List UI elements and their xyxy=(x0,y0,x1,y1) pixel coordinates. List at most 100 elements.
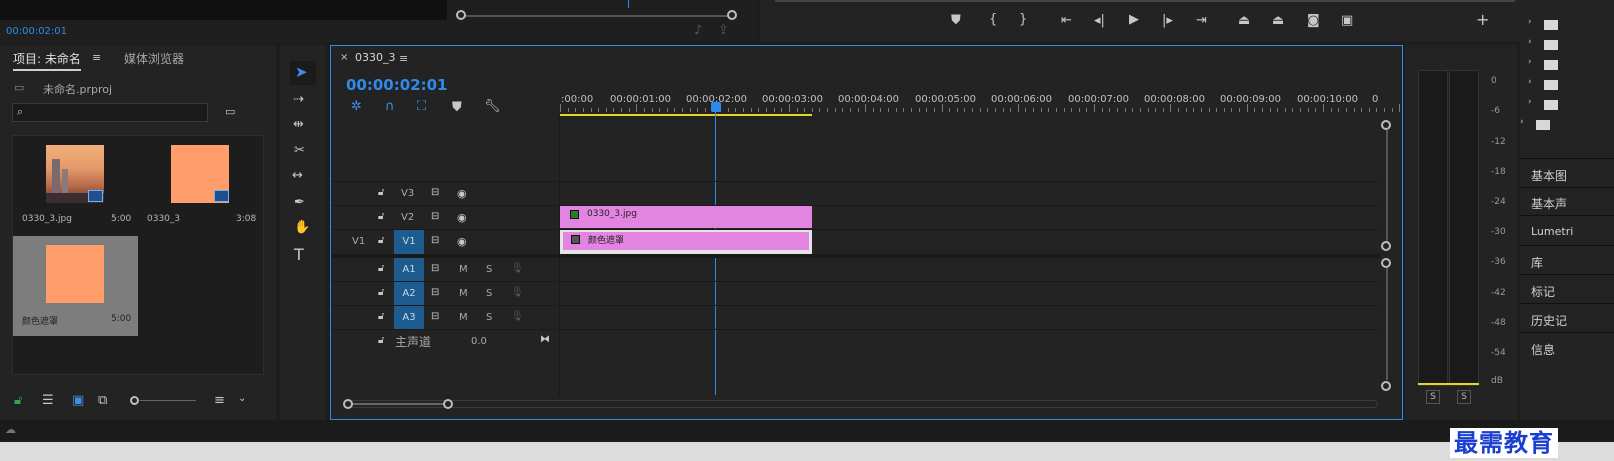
audio-scroll-bottom-handle[interactable] xyxy=(1381,381,1391,391)
sort-icon[interactable]: ≡ xyxy=(214,394,225,407)
play-icon[interactable]: ▶ xyxy=(1129,13,1139,26)
solo-left-button[interactable]: S xyxy=(1426,390,1440,404)
lock-track-icon[interactable]: 🔓︎ xyxy=(378,264,384,274)
panel-essential-graphics[interactable]: 基本图 xyxy=(1531,167,1567,184)
sync-lock-icon[interactable]: ⊟ xyxy=(431,212,439,222)
project-item-image[interactable]: 0330_3.jpg 5:00 xyxy=(13,136,138,236)
lift-icon[interactable]: ⏏ xyxy=(1238,14,1250,27)
source-patch-label[interactable]: V1 xyxy=(352,230,365,254)
sync-lock-icon[interactable]: ⊟ xyxy=(431,236,439,246)
zoom-slider-track[interactable] xyxy=(140,400,196,401)
track-v3[interactable]: 🔓︎ V3 ⊟ ◉ xyxy=(331,181,1380,205)
program-scrollbar[interactable] xyxy=(775,0,1515,2)
timeline-hscroll-thumb[interactable] xyxy=(348,403,448,405)
panel-markers[interactable]: 标记 xyxy=(1531,283,1555,300)
export-frame-camera-icon[interactable]: ◙ xyxy=(1307,14,1320,27)
lock-track-icon[interactable]: 🔓︎ xyxy=(378,288,384,298)
go-to-in-icon[interactable]: ⇤ xyxy=(1061,14,1072,27)
solo-button[interactable]: S xyxy=(486,258,492,282)
chevron-down-icon[interactable]: ⌄ xyxy=(238,394,246,404)
razor-tool-icon[interactable]: ✂ xyxy=(294,144,305,157)
linked-selection-icon[interactable]: ⛶ xyxy=(417,100,426,113)
lock-track-icon[interactable]: 🔓︎ xyxy=(378,336,384,346)
new-bin-icon[interactable]: ▭ xyxy=(225,106,235,117)
mute-button[interactable]: M xyxy=(459,258,468,282)
wrench-settings-icon[interactable]: 🔧︎ xyxy=(484,100,501,113)
step-forward-icon[interactable]: |▸ xyxy=(1162,14,1173,27)
lock-track-icon[interactable]: 🔓︎ xyxy=(378,188,384,198)
source-scroll-right-handle[interactable] xyxy=(727,10,737,20)
snap-magnet-icon[interactable]: ∩ xyxy=(385,100,395,113)
track-select-tool-icon[interactable]: ⇢ xyxy=(293,93,304,106)
clip-v1[interactable]: 颜色遮罩 xyxy=(563,232,809,250)
step-back-icon[interactable]: ◂| xyxy=(1094,14,1105,27)
mark-in-icon[interactable]: { xyxy=(989,13,997,26)
ripple-edit-tool-icon[interactable]: ⇹ xyxy=(293,118,304,131)
expand-arrow-icon[interactable]: › xyxy=(1528,98,1532,107)
mute-button[interactable]: M xyxy=(459,282,468,306)
project-item-sequence[interactable]: 0330_3 3:08 xyxy=(138,136,263,236)
work-area-bar[interactable] xyxy=(560,114,812,116)
type-tool-icon[interactable]: T xyxy=(294,247,304,263)
project-item-color-matte[interactable]: 颜色遮罩 5:00 xyxy=(13,236,138,336)
panel-essential-sound[interactable]: 基本声 xyxy=(1531,195,1567,212)
track-v1[interactable]: V1 🔓︎ V1 ⊟ ◉ xyxy=(331,229,1380,254)
panel-libraries[interactable]: 库 xyxy=(1531,254,1543,271)
timeline-hscroll-right-handle[interactable] xyxy=(443,399,453,409)
timeline-hscroll-track[interactable] xyxy=(348,400,1378,408)
expand-arrow-icon[interactable]: › xyxy=(1528,38,1532,47)
video-scroll-bottom-handle[interactable] xyxy=(1381,241,1391,251)
sequence-tab[interactable]: 0330_3 xyxy=(355,51,396,64)
lock-track-icon[interactable]: 🔓︎ xyxy=(378,236,384,246)
pen-tool-icon[interactable]: ✒ xyxy=(294,196,305,209)
clip-v2[interactable]: 0330_3.jpg xyxy=(560,206,812,228)
mute-button[interactable]: M xyxy=(459,306,468,330)
playhead-handle[interactable] xyxy=(711,102,721,112)
sequence-menu-icon[interactable]: ≡ xyxy=(399,53,408,64)
eye-icon[interactable]: ◉ xyxy=(457,212,467,223)
tab-media-browser[interactable]: 媒体浏览器 xyxy=(124,50,184,67)
timeline-hscroll-left-handle[interactable] xyxy=(343,399,353,409)
lock-track-icon[interactable]: 🔓︎ xyxy=(378,212,384,222)
track-target-a1[interactable]: A1 xyxy=(394,258,424,282)
tab-project[interactable]: 项目: 未命名 xyxy=(13,50,81,71)
source-timecode[interactable]: 00:00:02:01 xyxy=(6,26,67,37)
source-scroll-left-handle[interactable] xyxy=(456,10,466,20)
export-frame-icon[interactable]: ⇪ xyxy=(718,24,729,37)
track-v2[interactable]: 🔓︎ V2 ⊟ ◉ xyxy=(331,205,1380,229)
mark-out-icon[interactable]: } xyxy=(1019,13,1027,26)
slip-tool-icon[interactable]: ↔ xyxy=(292,169,303,182)
microphone-icon[interactable]: 🎙︎ xyxy=(511,264,524,274)
project-menu-icon[interactable]: ≡ xyxy=(92,52,101,63)
lock-track-icon[interactable]: 🔓︎ xyxy=(378,312,384,322)
solo-button[interactable]: S xyxy=(486,282,492,306)
icon-view-icon[interactable]: ▣ xyxy=(72,394,84,407)
audio-scroll-top-handle[interactable] xyxy=(1381,258,1391,268)
add-marker-icon[interactable]: ⛊ xyxy=(951,14,961,27)
extract-icon[interactable]: ⏏ xyxy=(1272,14,1284,27)
video-scroll-top-handle[interactable] xyxy=(1381,120,1391,130)
panel-lumetri[interactable]: Lumetri xyxy=(1531,225,1573,238)
source-scrollbar[interactable] xyxy=(462,15,732,17)
solo-button[interactable]: S xyxy=(486,306,492,330)
add-button-icon[interactable]: + xyxy=(1476,12,1489,28)
track-a2[interactable]: 🔓︎ A2 ⊟ M S 🎙︎ xyxy=(331,281,1380,306)
track-target-a2[interactable]: A2 xyxy=(394,282,424,306)
eye-icon[interactable]: ◉ xyxy=(457,236,467,247)
track-master[interactable]: 🔓︎ 主声道 0.0 ⧓ xyxy=(331,329,1380,353)
timeline-timecode[interactable]: 00:00:02:01 xyxy=(346,76,448,94)
list-view-icon[interactable]: ☰ xyxy=(42,394,54,407)
nest-icon[interactable]: ✲ xyxy=(351,100,362,113)
go-to-end-icon[interactable]: ⧓ xyxy=(540,335,550,345)
track-target-v1[interactable]: V1 xyxy=(394,230,424,254)
expand-arrow-icon[interactable]: › xyxy=(1528,58,1532,67)
master-volume-value[interactable]: 0.0 xyxy=(471,330,487,354)
compare-view-icon[interactable]: ▣ xyxy=(1341,14,1353,27)
solo-right-button[interactable]: S xyxy=(1457,390,1471,404)
panel-history[interactable]: 历史记 xyxy=(1531,312,1567,329)
selection-tool-icon[interactable]: ➤ xyxy=(295,65,308,80)
export-audio-icon[interactable]: ♪ xyxy=(694,24,702,37)
expand-arrow-icon[interactable]: › xyxy=(1528,18,1532,27)
panel-info[interactable]: 信息 xyxy=(1531,341,1555,358)
creative-cloud-icon[interactable]: ☁ xyxy=(5,424,16,435)
